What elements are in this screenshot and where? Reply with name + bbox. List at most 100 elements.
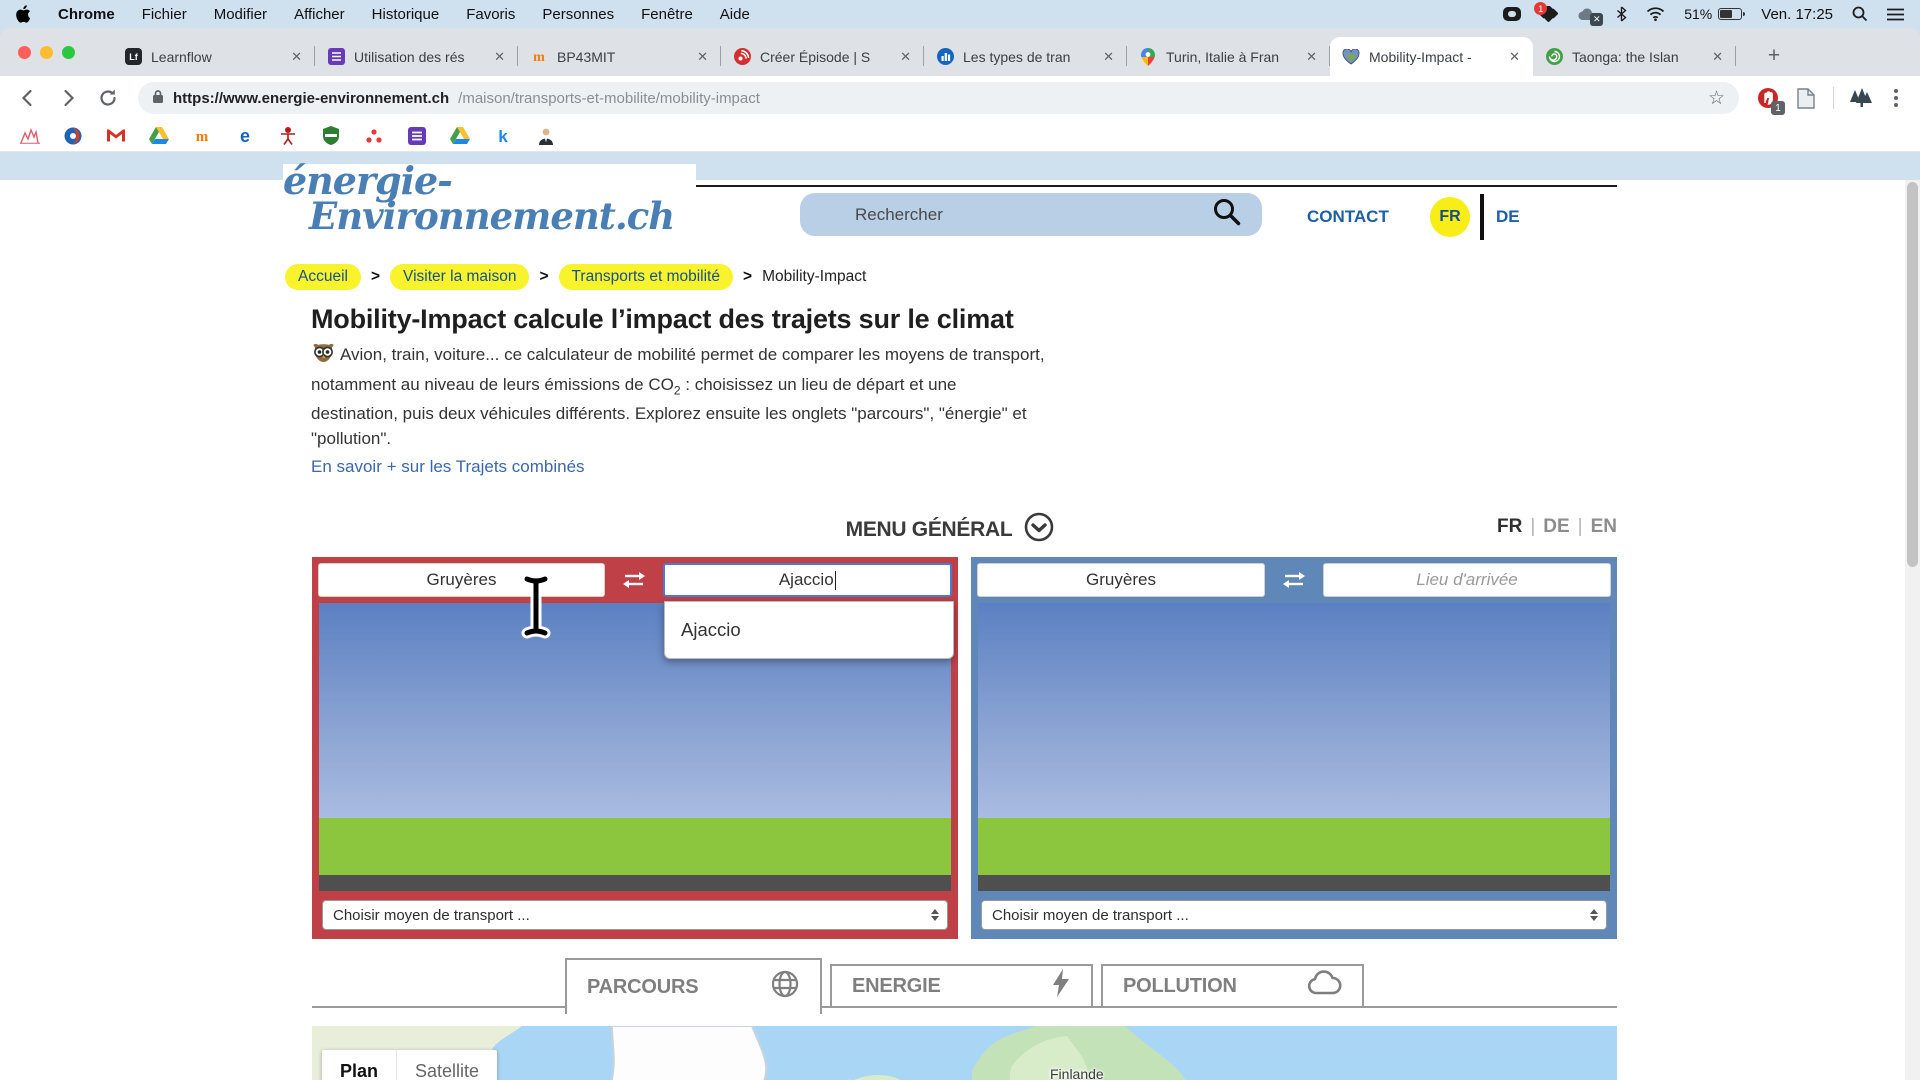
close-tab-icon[interactable]: ✕ bbox=[1709, 47, 1726, 67]
swap-icon[interactable] bbox=[612, 564, 656, 596]
forest-extension-icon[interactable] bbox=[1846, 83, 1876, 113]
close-tab-icon[interactable]: ✕ bbox=[288, 47, 305, 67]
transport-select-right[interactable]: Choisir moyen de transport ... bbox=[981, 900, 1607, 930]
menubar-item-personnes[interactable]: Personnes bbox=[542, 6, 614, 23]
widget-lang-fr[interactable]: FR bbox=[1497, 516, 1522, 538]
widget-lang-en[interactable]: EN bbox=[1591, 516, 1617, 538]
close-tab-icon[interactable]: ✕ bbox=[694, 47, 711, 67]
tab-turin[interactable]: Turin, Italie à Fran ✕ bbox=[1127, 37, 1330, 76]
menubar-item-afficher[interactable]: Afficher bbox=[294, 6, 345, 23]
menubar-item-fichier[interactable]: Fichier bbox=[142, 6, 187, 23]
address-bar[interactable]: https://www.energie-environnement.ch/mai… bbox=[138, 82, 1739, 114]
chrome-menu-icon[interactable] bbox=[1884, 89, 1908, 107]
tab-learnflow[interactable]: Lf Learnflow ✕ bbox=[112, 37, 315, 76]
widget-lang-de[interactable]: DE bbox=[1543, 516, 1569, 538]
bookmark-person-red-icon[interactable] bbox=[278, 126, 298, 146]
bookmark-k-blue-icon[interactable]: k bbox=[493, 126, 513, 146]
bookmark-purple-list-icon[interactable] bbox=[407, 126, 427, 146]
bookmark-chart-pink-icon[interactable] bbox=[20, 126, 40, 146]
breadcrumb-accueil[interactable]: Accueil bbox=[285, 264, 361, 290]
tab-parcours[interactable]: PARCOURS bbox=[565, 958, 822, 1014]
tab-les-types[interactable]: Les types de tran ✕ bbox=[924, 37, 1127, 76]
autocomplete-option-ajaccio[interactable]: Ajaccio bbox=[665, 619, 953, 641]
toolbar-divider bbox=[1833, 87, 1834, 109]
search-icon[interactable] bbox=[1212, 197, 1242, 232]
tab-utilisation[interactable]: Utilisation des rés ✕ bbox=[315, 37, 518, 76]
tab-taonga[interactable]: Taonga: the Islan ✕ bbox=[1533, 37, 1736, 76]
bookmark-drive2-icon[interactable] bbox=[450, 126, 470, 146]
menubar-item-modifier[interactable]: Modifier bbox=[214, 6, 267, 23]
tab-bp43mit[interactable]: m BP43MIT ✕ bbox=[518, 37, 721, 76]
tab-energie[interactable]: ENERGIE bbox=[830, 964, 1093, 1008]
breadcrumb-transports[interactable]: Transports et mobilité bbox=[559, 264, 733, 290]
chevron-down-icon[interactable] bbox=[1024, 512, 1054, 547]
close-tab-icon[interactable]: ✕ bbox=[1506, 47, 1523, 67]
site-logo[interactable]: énergie- Environnement.ch bbox=[283, 164, 696, 237]
bookmark-star-icon[interactable]: ☆ bbox=[1708, 87, 1725, 109]
search-input[interactable] bbox=[855, 205, 1212, 225]
departure-input-right[interactable] bbox=[977, 563, 1265, 597]
map-plan-button[interactable]: Plan bbox=[322, 1050, 397, 1080]
breadcrumb-visiter[interactable]: Visiter la maison bbox=[390, 264, 529, 290]
site-search[interactable] bbox=[800, 193, 1262, 236]
menubar-item-favoris[interactable]: Favoris bbox=[466, 6, 515, 23]
arrival-input-right[interactable] bbox=[1323, 563, 1611, 597]
arrival-input-left[interactable]: Ajaccio bbox=[663, 563, 952, 597]
battery-status[interactable]: 51% bbox=[1684, 6, 1742, 22]
menubar-item-aide[interactable]: Aide bbox=[720, 6, 750, 23]
breadcrumb: Accueil > Visiter la maison > Transports… bbox=[285, 264, 866, 290]
forward-icon[interactable] bbox=[52, 82, 84, 114]
tab-pollution[interactable]: POLLUTION bbox=[1101, 964, 1364, 1008]
new-tab-button[interactable]: + bbox=[1760, 42, 1788, 70]
bookmark-drive-icon[interactable] bbox=[149, 126, 169, 146]
close-tab-icon[interactable]: ✕ bbox=[897, 47, 914, 67]
map-canvas[interactable]: Islande Suède Finlande Russie Plan Satel… bbox=[312, 1026, 1617, 1080]
transport-select-left[interactable]: Choisir moyen de transport ... bbox=[322, 900, 948, 930]
close-tab-icon[interactable]: ✕ bbox=[1100, 47, 1117, 67]
page-extension-icon[interactable] bbox=[1791, 83, 1821, 113]
bookmark-e-blue-icon[interactable]: e bbox=[235, 126, 255, 146]
page-scrollbar[interactable] bbox=[1905, 180, 1920, 1080]
departure-input-left[interactable] bbox=[318, 563, 605, 597]
bookmark-gmail-icon[interactable] bbox=[106, 126, 126, 146]
tab-creer-episode[interactable]: Créer Épisode | S ✕ bbox=[721, 37, 924, 76]
bookmark-shield-icon[interactable] bbox=[321, 126, 341, 146]
globe-icon bbox=[770, 969, 800, 1005]
menubar-clock[interactable]: Ven. 17:25 bbox=[1761, 6, 1833, 23]
menubar-app-name[interactable]: Chrome bbox=[58, 6, 115, 23]
notification-center-icon[interactable] bbox=[1887, 8, 1904, 21]
cloud-icon bbox=[1306, 970, 1342, 1002]
dropbox-sync-icon[interactable]: 1 bbox=[1540, 6, 1558, 22]
adblock-extension-icon[interactable]: 1 bbox=[1753, 83, 1783, 113]
scene-right bbox=[978, 603, 1610, 891]
bookmark-dots-red-icon[interactable] bbox=[364, 126, 384, 146]
close-tab-icon[interactable]: ✕ bbox=[491, 47, 508, 67]
chart-blue-icon bbox=[936, 48, 954, 66]
bookmark-moodle-icon[interactable]: m bbox=[192, 126, 212, 146]
back-icon[interactable] bbox=[12, 82, 44, 114]
screen-record-icon[interactable] bbox=[1503, 7, 1521, 21]
swap-icon[interactable] bbox=[1272, 564, 1316, 596]
minimize-window-button[interactable] bbox=[40, 46, 53, 59]
menubar-item-fenetre[interactable]: Fenêtre bbox=[641, 6, 693, 23]
apple-logo-icon[interactable] bbox=[16, 5, 31, 23]
spotlight-search-icon[interactable] bbox=[1852, 6, 1868, 22]
map-satellite-button[interactable]: Satellite bbox=[397, 1050, 497, 1080]
cloud-offline-icon[interactable]: ✕ bbox=[1577, 7, 1597, 22]
lang-de-button[interactable]: DE bbox=[1496, 207, 1520, 227]
reload-icon[interactable] bbox=[92, 82, 124, 114]
menu-general-toggle[interactable]: MENU GÉNÉRAL bbox=[283, 512, 1617, 547]
close-tab-icon[interactable]: ✕ bbox=[1303, 47, 1320, 67]
tab-mobility-impact-active[interactable]: Mobility-Impact - ✕ bbox=[1330, 37, 1533, 76]
lang-fr-button[interactable]: FR bbox=[1430, 197, 1470, 237]
trajets-combines-link[interactable]: En savoir + sur les Trajets combinés bbox=[311, 457, 585, 477]
bookmark-person-suit-icon[interactable] bbox=[536, 126, 556, 146]
menubar-item-historique[interactable]: Historique bbox=[372, 6, 440, 23]
contact-link[interactable]: CONTACT bbox=[1307, 207, 1389, 227]
wifi-icon[interactable] bbox=[1646, 7, 1665, 21]
zoom-window-button[interactable] bbox=[62, 46, 75, 59]
bookmark-sphere-icon[interactable] bbox=[63, 126, 83, 146]
bluetooth-icon[interactable] bbox=[1616, 6, 1627, 22]
close-window-button[interactable] bbox=[18, 46, 31, 59]
scrollbar-thumb[interactable] bbox=[1907, 182, 1918, 567]
